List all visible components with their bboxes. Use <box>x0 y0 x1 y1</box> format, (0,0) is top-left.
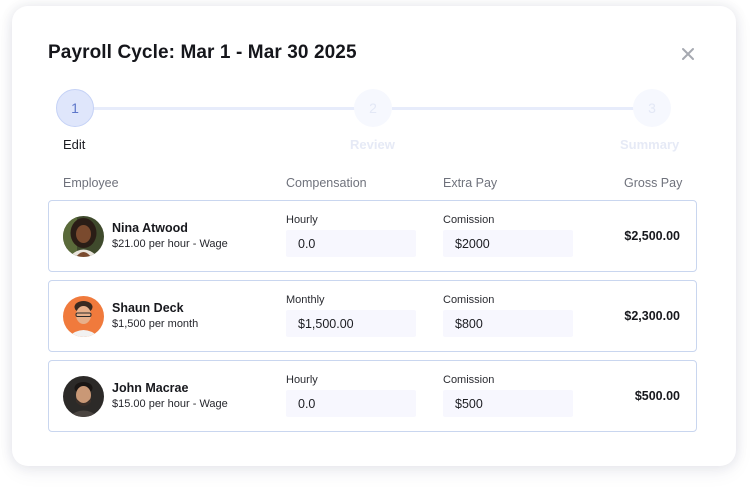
avatar <box>63 296 104 337</box>
close-icon[interactable] <box>678 44 698 64</box>
employee-rate: $21.00 per hour - Wage <box>112 238 228 250</box>
table-row: John Macrae $15.00 per hour - Wage Hourl… <box>48 360 697 432</box>
compensation-input[interactable]: 0.0 <box>286 230 416 257</box>
step-3-label[interactable]: Summary <box>620 137 679 152</box>
column-header-compensation: Compensation <box>286 176 367 190</box>
extra-pay-input[interactable]: $500 <box>443 390 573 417</box>
step-number: 3 <box>648 100 656 116</box>
table-row: Nina Atwood $21.00 per hour - Wage Hourl… <box>48 200 697 272</box>
employee-name: John Macrae <box>112 381 189 395</box>
compensation-type: Hourly <box>286 374 318 386</box>
step-2-circle[interactable]: 2 <box>354 89 392 127</box>
employee-name: Shaun Deck <box>112 301 184 315</box>
column-header-extra-pay: Extra Pay <box>443 176 498 190</box>
step-3-circle[interactable]: 3 <box>633 89 671 127</box>
gross-pay: $2,500.00 <box>624 229 680 243</box>
step-2-label[interactable]: Review <box>350 137 395 152</box>
stepper-connector <box>392 107 634 110</box>
extra-pay-type: Comission <box>443 294 495 306</box>
gross-pay: $2,300.00 <box>624 309 680 323</box>
extra-pay-type: Comission <box>443 214 495 226</box>
employee-rate: $1,500 per month <box>112 318 199 330</box>
column-header-employee: Employee <box>63 176 119 190</box>
extra-pay-input[interactable]: $800 <box>443 310 573 337</box>
step-1-label[interactable]: Edit <box>63 137 85 152</box>
avatar <box>63 376 104 417</box>
table-row: Shaun Deck $1,500 per month Monthly $1,5… <box>48 280 697 352</box>
employee-rate: $15.00 per hour - Wage <box>112 398 228 410</box>
compensation-type: Hourly <box>286 214 318 226</box>
compensation-type: Monthly <box>286 294 325 306</box>
gross-pay: $500.00 <box>634 389 680 403</box>
modal-title: Payroll Cycle: Mar 1 - Mar 30 2025 <box>48 42 357 63</box>
compensation-input[interactable]: 0.0 <box>286 390 416 417</box>
extra-pay-type: Comission <box>443 374 495 386</box>
employee-name: Nina Atwood <box>112 221 188 235</box>
step-number: 2 <box>369 100 377 116</box>
step-number: 1 <box>71 100 79 116</box>
step-1-circle[interactable]: 1 <box>56 89 94 127</box>
extra-pay-input[interactable]: $2000 <box>443 230 573 257</box>
avatar <box>63 216 104 257</box>
stepper-connector <box>92 107 356 110</box>
column-header-gross-pay: Gross Pay <box>624 176 683 190</box>
compensation-input[interactable]: $1,500.00 <box>286 310 416 337</box>
